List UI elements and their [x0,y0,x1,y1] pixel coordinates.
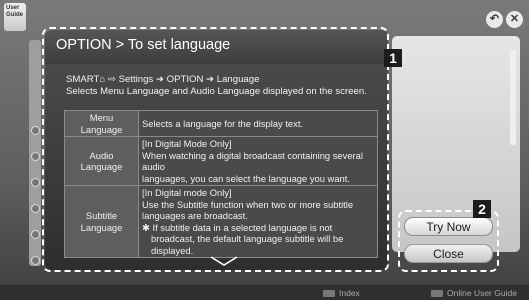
rail-dot [31,126,40,135]
rail-dot [31,230,40,239]
badge-2: 2 [473,200,491,218]
highlight-frame-2 [398,210,499,272]
highlight-frame-1 [42,27,389,272]
rail-dot [31,152,40,161]
rail-dot [31,204,40,213]
remote-key-icon [431,289,443,297]
remote-key-icon [323,289,335,297]
scrollbar[interactable] [510,50,516,145]
top-icons: ↶ ✕ [486,11,523,28]
user-guide-logo: User Guide [4,3,26,31]
footer-online-guide[interactable]: Online User Guide [431,288,517,298]
close-icon[interactable]: ✕ [506,11,523,28]
rail-dot [31,256,40,265]
back-icon[interactable]: ↶ [486,11,503,28]
footer-index-label: Index [339,288,360,298]
badge-1: 1 [384,49,402,67]
footer-index[interactable]: Index [323,288,360,298]
logo-line-2: Guide [6,12,24,18]
logo-line-1: User [6,5,20,11]
footer-online-guide-label: Online User Guide [447,288,517,298]
rail-dot [31,178,40,187]
